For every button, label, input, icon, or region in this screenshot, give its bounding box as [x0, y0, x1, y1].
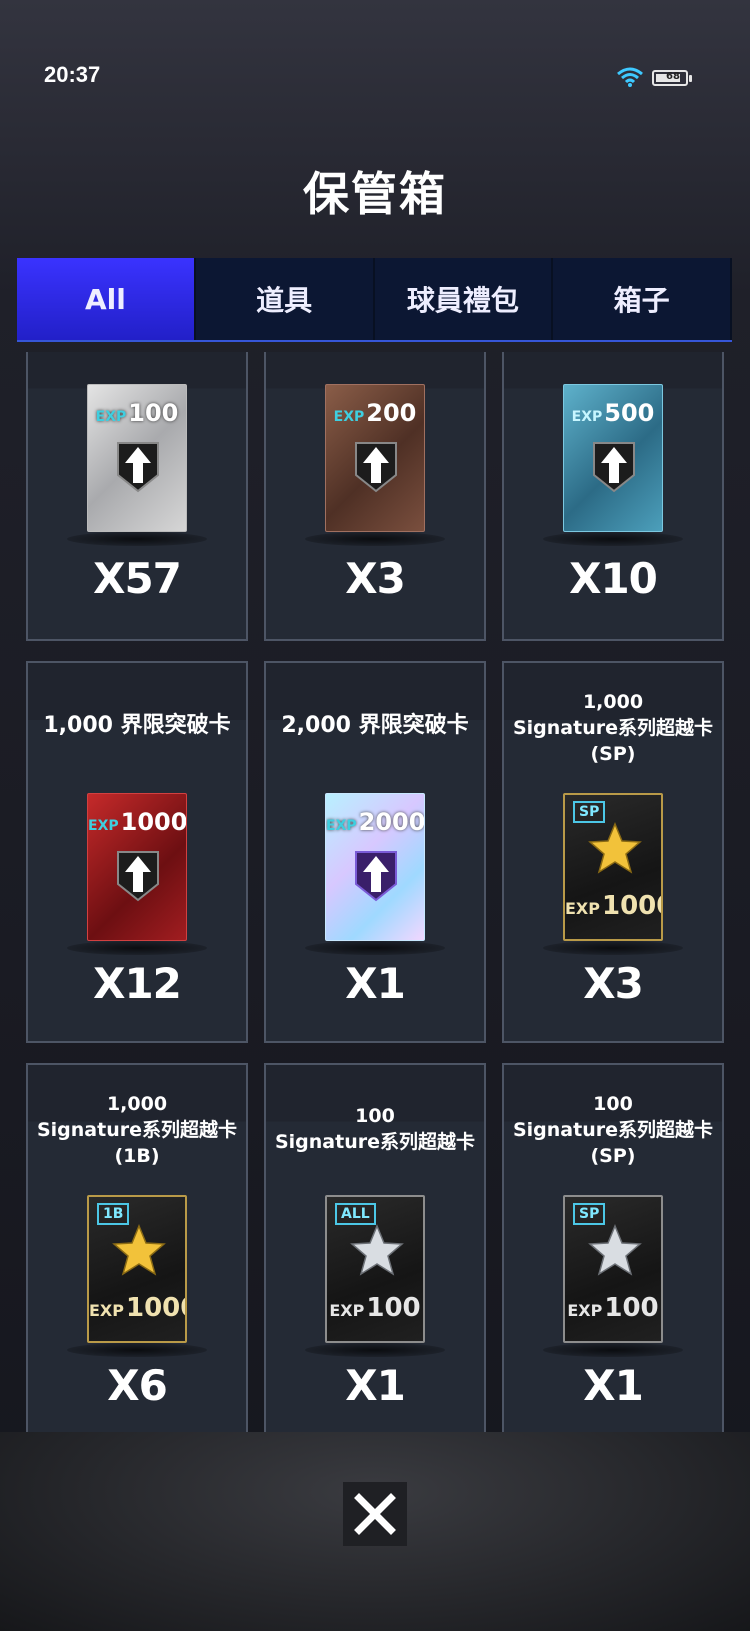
- exp-card: EXP1000: [87, 793, 187, 941]
- inventory-item[interactable]: 1,000 界限突破卡 EXP1000 X12: [26, 661, 248, 1043]
- exp-card: EXP100: [87, 384, 187, 532]
- silver-star-icon: [588, 1224, 642, 1276]
- close-button[interactable]: [343, 1482, 407, 1546]
- status-bar: 20:37 68: [0, 0, 750, 140]
- item-count: X3: [583, 959, 644, 1008]
- exp-card: EXP500: [563, 384, 663, 532]
- close-icon: [354, 1493, 396, 1535]
- item-count: X6: [107, 1361, 168, 1410]
- item-label: 1,000 Signature系列超越卡(SP): [512, 691, 713, 765]
- item-label: 1,000 界限突破卡: [43, 713, 231, 738]
- signature-card: ALL EXP100: [325, 1195, 425, 1343]
- card-badge: 1B: [97, 1203, 130, 1225]
- inventory-item[interactable]: 2,000 界限突破卡 EXP2000 X1: [264, 661, 486, 1043]
- inventory-item[interactable]: 1,000 Signature系列超越卡(SP) SP EXP1000 X3: [502, 661, 724, 1043]
- wifi-icon: [617, 67, 643, 87]
- inventory-item[interactable]: 100 Signature系列超越卡 ALL EXP100 X1: [264, 1063, 486, 1432]
- item-count: X10: [569, 554, 658, 603]
- signature-card: SP EXP1000: [563, 793, 663, 941]
- card-badge: SP: [573, 1203, 606, 1225]
- signature-card: 1B EXP1000: [87, 1195, 187, 1343]
- upgrade-arrow-icon: [355, 851, 397, 902]
- tab-player-packs[interactable]: 球員禮包: [374, 258, 554, 340]
- item-count: X12: [93, 959, 182, 1008]
- tab-all[interactable]: All: [17, 258, 196, 340]
- silver-star-icon: [350, 1224, 404, 1276]
- inventory-item[interactable]: 1,000 Signature系列超越卡(1B) 1B EXP1000 X6: [26, 1063, 248, 1432]
- item-count: X1: [345, 1361, 406, 1410]
- upgrade-arrow-icon: [593, 442, 635, 493]
- item-label: 2,000 界限突破卡: [281, 713, 469, 738]
- upgrade-arrow-icon: [117, 851, 159, 902]
- item-count: X1: [345, 959, 406, 1008]
- tab-bar: All 道具 球員禮包 箱子: [17, 258, 732, 342]
- item-count: X1: [583, 1361, 644, 1410]
- upgrade-arrow-icon: [117, 442, 159, 493]
- item-label: 100 Signature系列超越卡(SP): [512, 1093, 713, 1167]
- inventory-grid: EXP100 X57 EXP200 X3 EXP500 X10 1,000 界限…: [26, 352, 724, 1432]
- inventory-item[interactable]: EXP200 X3: [264, 352, 486, 641]
- item-label: 1,000 Signature系列超越卡(1B): [36, 1093, 237, 1167]
- battery-level: 68: [666, 71, 680, 82]
- battery-icon: 68: [652, 70, 692, 86]
- page-title: 保管箱: [303, 167, 447, 221]
- exp-card: EXP2000: [325, 793, 425, 941]
- inventory-item[interactable]: 100 Signature系列超越卡(SP) SP EXP100 X1: [502, 1063, 724, 1432]
- inventory-item[interactable]: EXP100 X57: [26, 352, 248, 641]
- card-badge: ALL: [335, 1203, 376, 1225]
- gold-star-icon: [588, 822, 642, 874]
- gold-star-icon: [112, 1224, 166, 1276]
- tab-items[interactable]: 道具: [195, 258, 375, 340]
- inventory-item[interactable]: EXP500 X10: [502, 352, 724, 641]
- item-count: X3: [345, 554, 406, 603]
- item-label: 100 Signature系列超越卡: [274, 1105, 475, 1153]
- tab-boxes[interactable]: 箱子: [553, 258, 732, 340]
- card-badge: SP: [573, 801, 606, 823]
- status-time: 20:37: [44, 62, 101, 87]
- upgrade-arrow-icon: [355, 442, 397, 493]
- exp-card: EXP200: [325, 384, 425, 532]
- item-count: X57: [93, 554, 182, 603]
- signature-card: SP EXP100: [563, 1195, 663, 1343]
